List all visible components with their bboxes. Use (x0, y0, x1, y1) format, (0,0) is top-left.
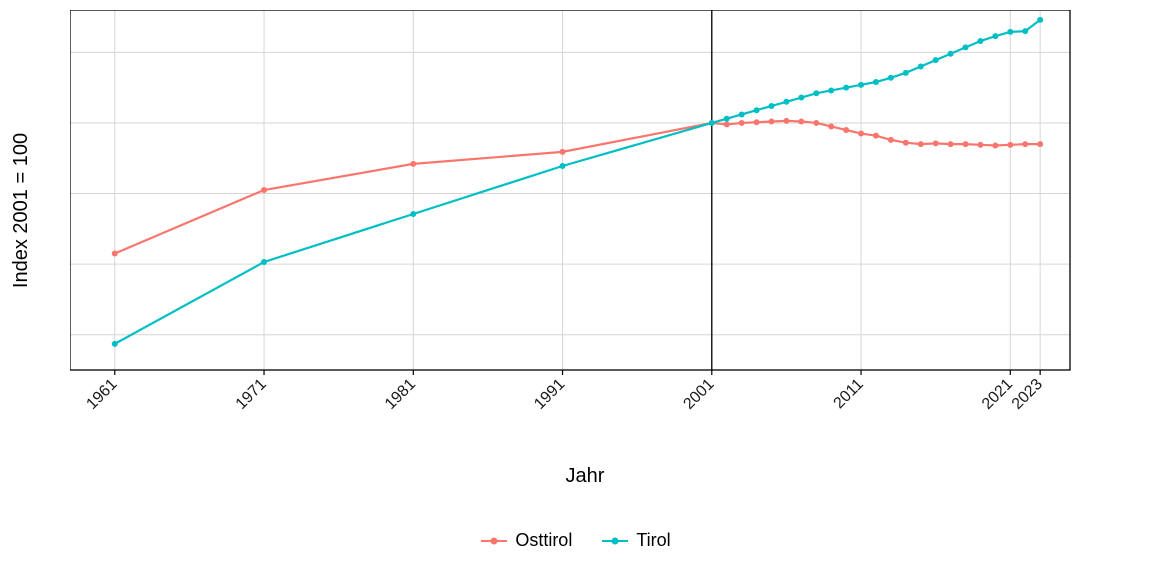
y-axis-label-text: Index 2001 = 100 (11, 132, 34, 287)
legend-item-osttirol: Osttirol (481, 530, 572, 551)
plot-area: 708090100110 196119711981199120012011202… (70, 10, 1100, 410)
legend: Osttirol Tirol (0, 530, 1152, 551)
legend-label-osttirol: Osttirol (515, 530, 572, 551)
legend-label-tirol: Tirol (636, 530, 670, 551)
legend-swatch-tirol (602, 540, 628, 542)
x-axis-label: Jahr (70, 465, 1100, 488)
chart-container: Index 2001 = 100 708090100110 1961197119… (0, 0, 1152, 576)
y-axis-label: Index 2001 = 100 (12, 50, 32, 370)
legend-item-tirol: Tirol (602, 530, 670, 551)
legend-swatch-osttirol (481, 540, 507, 542)
